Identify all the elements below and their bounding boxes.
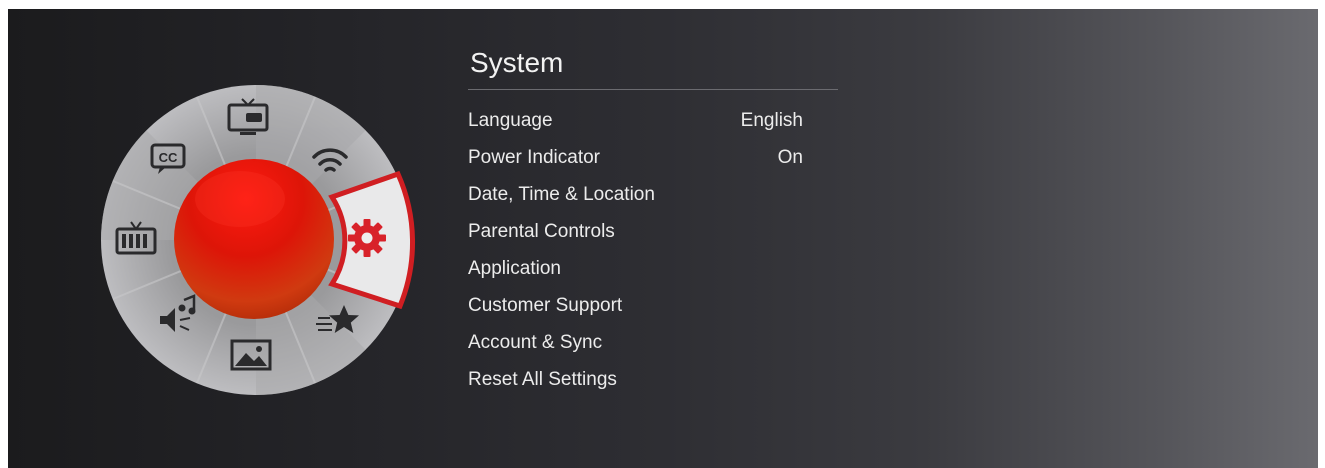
menu-item-date-time-location[interactable]: Date, Time & Location: [468, 184, 838, 221]
system-menu: System Language English Power Indicator …: [468, 39, 838, 406]
settings-wheel: CC: [101, 85, 416, 395]
menu-item-label: Customer Support: [468, 295, 623, 316]
menu-item-label: Power Indicator: [468, 147, 601, 168]
title-divider: [468, 89, 838, 90]
menu-item-label: Reset All Settings: [468, 369, 617, 390]
menu-item-account-sync[interactable]: Account & Sync: [468, 332, 838, 369]
menu-item-power-indicator[interactable]: Power Indicator On: [468, 147, 838, 184]
menu-item-label: Account & Sync: [468, 332, 603, 353]
gear-icon[interactable]: [348, 219, 386, 257]
menu-item-value: English: [740, 110, 803, 131]
menu-item-customer-support[interactable]: Customer Support: [468, 295, 838, 332]
menu-item-parental-controls[interactable]: Parental Controls: [468, 221, 838, 258]
menu-title: System: [470, 47, 564, 78]
menu-item-label: Date, Time & Location: [468, 184, 655, 205]
tv-settings-screen: CC System Language English Power Indicat…: [8, 9, 1318, 468]
menu-item-application[interactable]: Application: [468, 258, 838, 295]
menu-item-label: Application: [468, 258, 561, 279]
svg-text:CC: CC: [159, 150, 178, 165]
menu-item-reset-all-settings[interactable]: Reset All Settings: [468, 369, 838, 406]
menu-list: Language English Power Indicator On Date…: [468, 110, 838, 406]
menu-item-label: Parental Controls: [468, 221, 615, 242]
menu-item-label: Language: [468, 110, 553, 131]
menu-item-value: On: [777, 147, 803, 168]
menu-item-language[interactable]: Language English: [468, 110, 838, 147]
